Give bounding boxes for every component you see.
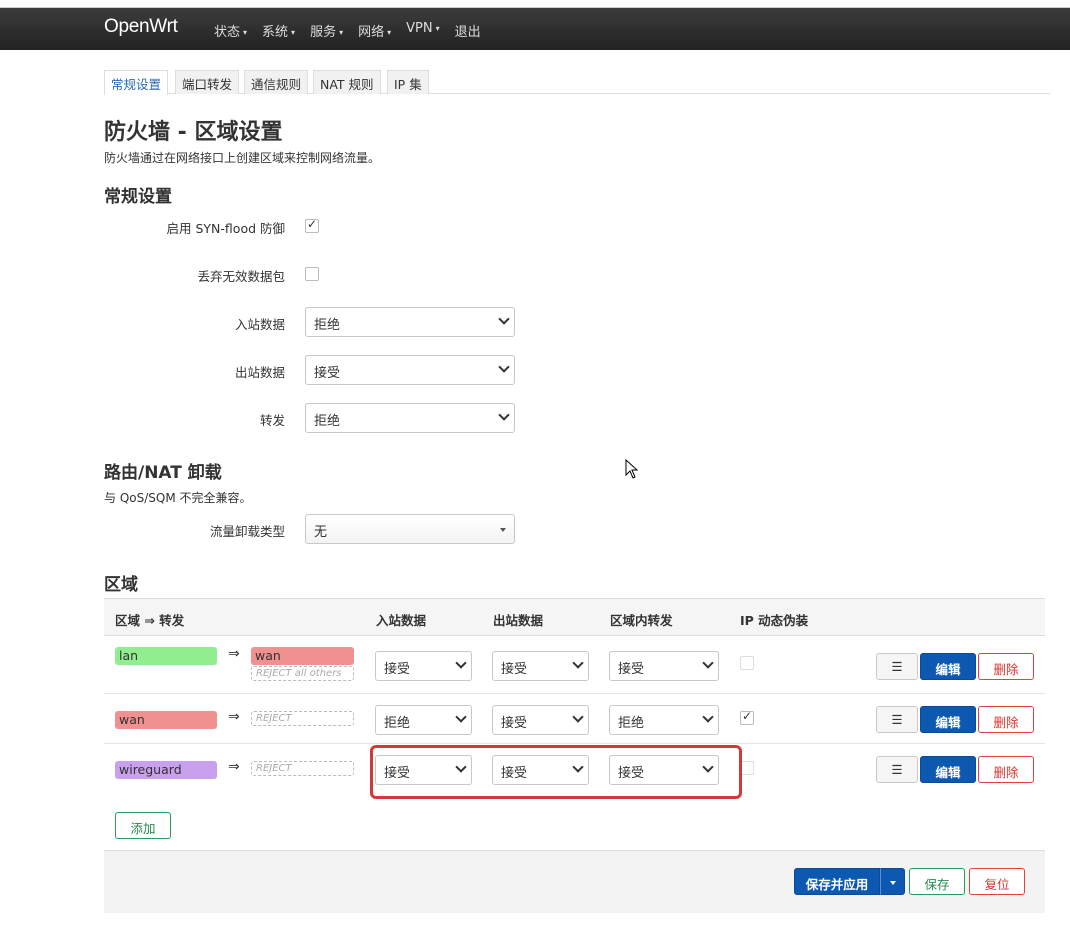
synflood-label: 启用 SYN-flood 防御 xyxy=(166,221,285,236)
offload-type-label: 流量卸载类型 xyxy=(209,524,285,539)
tab-traffic-rules[interactable]: 通信规则 xyxy=(244,70,309,94)
lan-edit-button[interactable]: 编辑 xyxy=(920,653,976,680)
wan-input-select[interactable]: 拒绝 xyxy=(375,705,472,735)
menu-services[interactable]: 服务 ▾ xyxy=(310,21,343,40)
form-footer: 保存并应用 保存 复位 xyxy=(104,850,1045,913)
menu-system[interactable]: 系统 ▾ xyxy=(262,21,295,40)
zones-table-header: 区域 ⇒ 转发 入站数据 出站数据 区域内转发 IP 动态伪装 xyxy=(104,598,1045,636)
brand-logo[interactable]: OpenWrt xyxy=(104,16,178,38)
table-row: wan ⇒ REJECT 拒绝 接受 拒绝 ☰ 编辑 删除 xyxy=(104,694,1045,744)
main-menu: 状态 ▾ 系统 ▾ 服务 ▾ 网络 ▾ VPN ▾ 退出 xyxy=(214,21,496,40)
caret-down-icon xyxy=(889,880,896,885)
synflood-checkbox[interactable] xyxy=(305,217,319,233)
add-zone-button[interactable]: 添加 xyxy=(115,812,171,839)
chevron-down-icon xyxy=(572,711,584,723)
zone-badge-wan: wan xyxy=(115,711,217,729)
save-apply-button[interactable]: 保存并应用 xyxy=(794,868,880,895)
lan-forward-select[interactable]: 接受 xyxy=(609,651,719,681)
menu-network[interactable]: 网络 ▾ xyxy=(358,21,391,40)
menu-vpn[interactable]: VPN ▾ xyxy=(406,21,439,40)
tab-bar: 常规设置 端口转发 通信规则 NAT 规则 IP 集 xyxy=(104,70,1050,95)
header-input: 入站数据 xyxy=(376,613,427,628)
zone-badge-wireguard: wireguard xyxy=(115,761,217,779)
forward-arrow-icon: ⇒ xyxy=(228,646,240,662)
chevron-down-icon xyxy=(498,313,510,325)
wireguard-edit-button[interactable]: 编辑 xyxy=(920,756,976,783)
menu-status[interactable]: 状态 ▾ xyxy=(214,21,247,40)
wan-edit-button[interactable]: 编辑 xyxy=(920,706,976,733)
chevron-down-icon xyxy=(572,657,584,669)
reject-note: REJECT xyxy=(251,761,354,776)
chevron-down-icon xyxy=(498,409,510,421)
chevron-down-icon xyxy=(455,711,467,723)
section-offload-title: 路由/NAT 卸载 xyxy=(104,463,222,483)
page-title: 防火墙 - 区域设置 xyxy=(104,120,283,145)
header-masquerading: IP 动态伪装 xyxy=(740,613,809,628)
wan-delete-button[interactable]: 删除 xyxy=(978,706,1034,733)
reject-note: REJECT xyxy=(251,711,354,726)
chevron-down-icon xyxy=(702,657,714,669)
wan-masq-checkbox[interactable] xyxy=(740,709,754,725)
chevron-down-icon xyxy=(498,361,510,373)
tab-port-forwards[interactable]: 端口转发 xyxy=(175,70,240,94)
lan-input-select[interactable]: 接受 xyxy=(375,651,472,681)
drop-invalid-label: 丢弃无效数据包 xyxy=(197,269,285,284)
lan-masq-checkbox[interactable] xyxy=(740,656,754,670)
offload-description: 与 QoS/SQM 不完全兼容。 xyxy=(104,491,252,505)
table-row: lan ⇒ wan REJECT all others 接受 接受 接受 ☰ 编… xyxy=(104,636,1045,694)
menu-logout[interactable]: 退出 xyxy=(455,21,481,40)
highlight-box xyxy=(370,745,742,799)
save-apply-dropdown-button[interactable] xyxy=(880,868,905,895)
tab-ipsets[interactable]: IP 集 xyxy=(387,70,429,94)
window-top-strip xyxy=(0,0,1070,8)
lan-output-select[interactable]: 接受 xyxy=(492,651,589,681)
reject-others-note: REJECT all others xyxy=(251,666,354,681)
chevron-down-icon xyxy=(455,657,467,669)
wireguard-delete-button[interactable]: 删除 xyxy=(978,756,1034,783)
tab-nat-rules[interactable]: NAT 规则 xyxy=(313,70,381,94)
tab-general[interactable]: 常规设置 xyxy=(104,70,169,95)
forward-arrow-icon: ⇒ xyxy=(228,759,240,775)
reset-button[interactable]: 复位 xyxy=(969,868,1025,895)
dest-zone-badge-wan: wan xyxy=(251,647,354,665)
output-policy-label: 出站数据 xyxy=(234,365,285,380)
input-policy-select[interactable]: 拒绝 xyxy=(305,307,515,337)
page-description: 防火墙通过在网络接口上创建区域来控制网络流量。 xyxy=(104,151,381,165)
header-intra-forward: 区域内转发 xyxy=(610,613,673,628)
wan-output-select[interactable]: 接受 xyxy=(492,705,589,735)
header-output: 出站数据 xyxy=(493,613,544,628)
input-policy-label: 入站数据 xyxy=(234,317,285,332)
dropdown-triangle-icon xyxy=(500,528,506,532)
chevron-down-icon xyxy=(702,711,714,723)
forward-policy-select[interactable]: 拒绝 xyxy=(305,403,515,433)
lan-drag-handle-button[interactable]: ☰ xyxy=(876,653,918,680)
wan-drag-handle-button[interactable]: ☰ xyxy=(876,706,918,733)
offload-type-select[interactable]: 无 xyxy=(305,514,515,544)
wan-forward-select[interactable]: 拒绝 xyxy=(609,705,719,735)
top-navbar: OpenWrt 状态 ▾ 系统 ▾ 服务 ▾ 网络 ▾ VPN ▾ 退出 xyxy=(0,8,1070,50)
forward-arrow-icon: ⇒ xyxy=(228,709,240,725)
header-zone-forward: 区域 ⇒ 转发 xyxy=(115,613,185,628)
save-button[interactable]: 保存 xyxy=(909,868,965,895)
lan-delete-button[interactable]: 删除 xyxy=(978,653,1034,680)
wireguard-masq-checkbox[interactable] xyxy=(740,761,754,775)
drop-invalid-checkbox[interactable] xyxy=(305,267,319,281)
section-general-title: 常规设置 xyxy=(104,187,172,207)
mouse-cursor-icon xyxy=(625,459,639,479)
forward-policy-label: 转发 xyxy=(259,413,285,428)
wireguard-drag-handle-button[interactable]: ☰ xyxy=(876,756,918,783)
section-zones-title: 区域 xyxy=(104,575,138,595)
zone-badge-lan: lan xyxy=(115,647,217,665)
output-policy-select[interactable]: 接受 xyxy=(305,355,515,385)
